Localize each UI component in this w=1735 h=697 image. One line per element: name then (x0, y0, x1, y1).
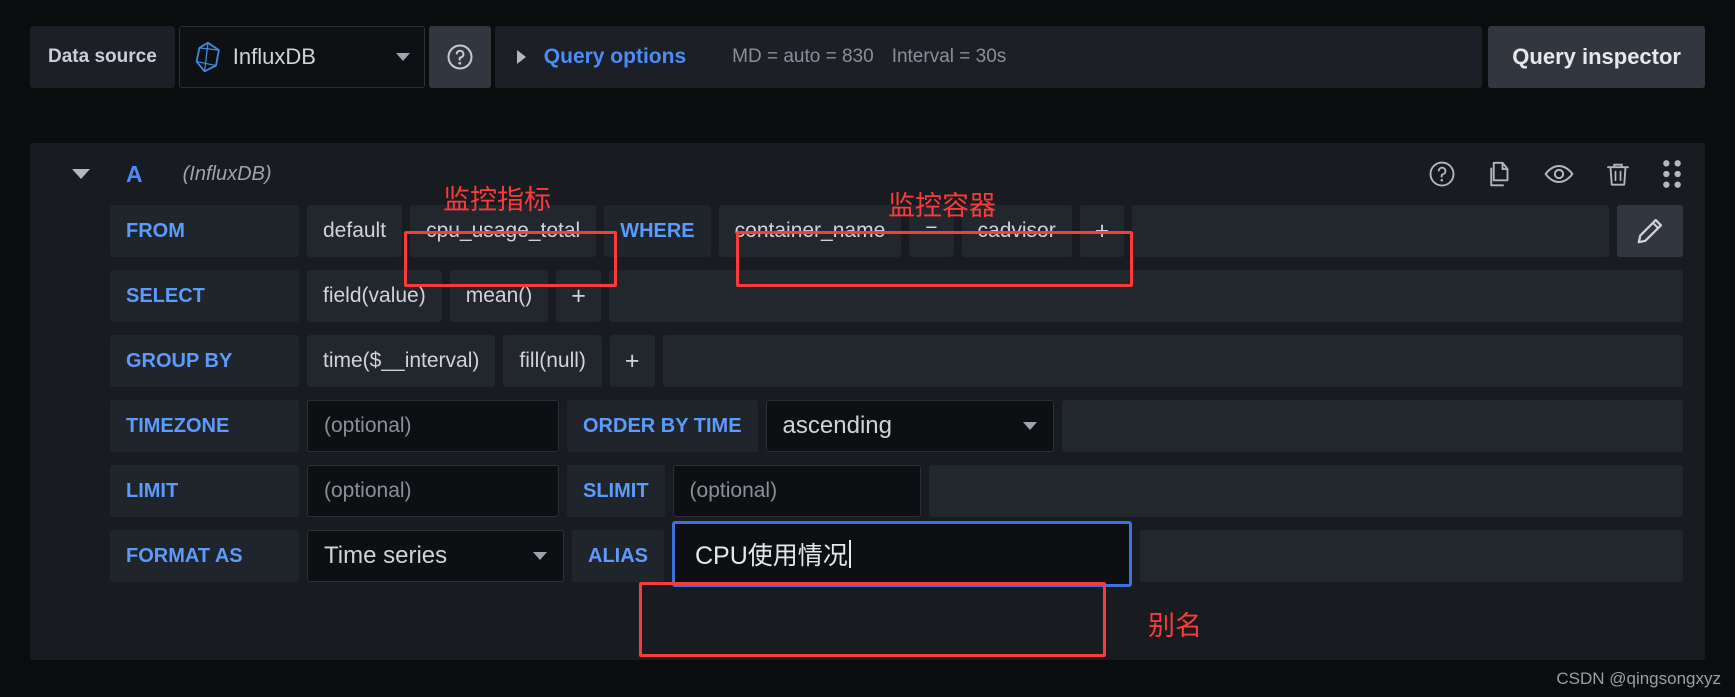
select-field[interactable]: field(value) (307, 270, 442, 322)
slimit-input[interactable]: (optional) (672, 465, 921, 517)
format-row-spacer (1140, 530, 1683, 582)
caret-right-icon (516, 50, 526, 64)
query-editor-row: A (InfluxDB) FROM default cpu_usage_tota… (30, 143, 1705, 660)
query-row-actions (1427, 143, 1683, 205)
grafana-query-editor: Data source InfluxDB Query options MD = … (0, 0, 1735, 697)
query-row-format: FORMAT AS Time series ALIAS CPU使用情况 (110, 521, 1683, 587)
query-row-group-by: GROUP BY time($__interval) fill(null) + (110, 335, 1683, 387)
help-circle-icon (447, 44, 473, 70)
order-by-time-value: ascending (782, 412, 892, 439)
query-inspector-button[interactable]: Query inspector (1488, 26, 1705, 88)
alias-input-value: CPU使用情况 (695, 542, 848, 570)
data-source-picker[interactable]: InfluxDB (178, 26, 425, 88)
query-ref-id[interactable]: A (126, 161, 143, 188)
data-source-label: Data source (30, 26, 175, 88)
chevron-down-icon (1022, 422, 1037, 430)
group-by-keyword: GROUP BY (110, 335, 299, 387)
where-add-button[interactable]: + (1079, 205, 1125, 257)
format-as-select[interactable]: Time series (307, 530, 564, 582)
where-tag-key[interactable]: container_name (718, 205, 902, 257)
chevron-down-icon (533, 552, 547, 560)
order-by-time-keyword: ORDER BY TIME (567, 400, 758, 452)
query-inspector-label: Query inspector (1512, 44, 1681, 69)
query-options-row[interactable]: Query options MD = auto = 830 Interval =… (494, 26, 1483, 88)
datasource-help-button[interactable] (428, 26, 491, 88)
chevron-down-icon[interactable] (72, 169, 90, 179)
query-datasource-note: (InfluxDB) (182, 162, 272, 185)
timezone-input[interactable]: (optional) (307, 400, 559, 452)
data-source-name: InfluxDB (232, 44, 316, 69)
influxdb-logo-icon (195, 41, 220, 73)
timezone-keyword: TIMEZONE (110, 400, 299, 452)
query-rows: FROM default cpu_usage_total WHERE conta… (30, 205, 1705, 587)
slimit-keyword: SLIMIT (567, 465, 665, 517)
select-keyword: SELECT (110, 270, 299, 322)
format-as-value: Time series (324, 542, 448, 569)
annotation-label-container: 监控容器 (888, 191, 996, 221)
copy-icon[interactable] (1485, 159, 1515, 189)
select-row-spacer (608, 270, 1683, 322)
trash-icon[interactable] (1603, 159, 1633, 189)
query-row-select: SELECT field(value) mean() + (110, 270, 1683, 322)
query-options-interval: Interval = 30s (891, 46, 1007, 67)
watermark: CSDN @qingsongxyz (1556, 669, 1721, 688)
from-keyword: FROM (110, 205, 299, 257)
chevron-down-icon (395, 53, 410, 61)
group-by-fill[interactable]: fill(null) (503, 335, 602, 387)
text-cursor-icon (848, 540, 851, 568)
alias-input[interactable]: CPU使用情况 (672, 521, 1132, 587)
query-options-max-data-points: MD = auto = 830 (732, 46, 874, 67)
select-add-button[interactable]: + (556, 270, 601, 322)
where-keyword: WHERE (604, 205, 711, 257)
pencil-icon (1637, 218, 1663, 244)
limit-row-spacer (928, 465, 1683, 517)
help-circle-icon[interactable] (1427, 159, 1457, 189)
query-options-label: Query options (543, 45, 687, 68)
drag-handle-icon[interactable] (1661, 159, 1683, 189)
query-row-timezone: TIMEZONE (optional) ORDER BY TIME ascend… (110, 400, 1683, 452)
select-aggregation[interactable]: mean() (449, 270, 549, 322)
limit-input[interactable]: (optional) (307, 465, 559, 517)
from-policy[interactable]: default (307, 205, 403, 257)
group-by-add-button[interactable]: + (609, 335, 655, 387)
order-by-time-select[interactable]: ascending (765, 400, 1054, 452)
timezone-row-spacer (1061, 400, 1683, 452)
data-source-label-text: Data source (48, 46, 157, 67)
group-by-time[interactable]: time($__interval) (307, 335, 496, 387)
alias-field-wrapper: CPU使用情况 (672, 521, 1132, 587)
alias-keyword: ALIAS (572, 530, 664, 582)
annotation-label-metric: 监控指标 (443, 185, 551, 215)
query-row-limit: LIMIT (optional) SLIMIT (optional) (110, 465, 1683, 517)
format-as-keyword: FORMAT AS (110, 530, 299, 582)
toggle-text-edit-mode-button[interactable] (1617, 205, 1683, 257)
query-row-header: A (InfluxDB) (30, 143, 1705, 205)
eye-icon[interactable] (1543, 158, 1575, 190)
from-row-spacer (1132, 205, 1609, 257)
annotation-label-alias: 别名 (1148, 611, 1202, 641)
query-toolbar: Data source InfluxDB Query options MD = … (30, 26, 1705, 88)
group-by-row-spacer (662, 335, 1683, 387)
limit-keyword: LIMIT (110, 465, 299, 517)
